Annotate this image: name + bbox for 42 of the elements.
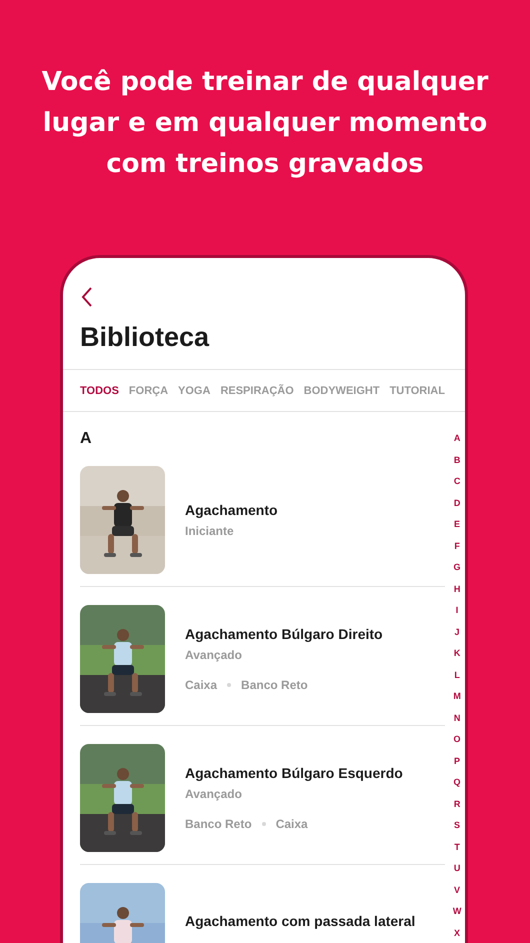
index-letter[interactable]: D: [454, 492, 460, 514]
equipment-label: Banco Reto: [241, 678, 308, 692]
index-letter[interactable]: G: [454, 557, 461, 578]
back-icon[interactable]: [81, 286, 93, 308]
index-letter[interactable]: O: [454, 729, 461, 750]
category-tab[interactable]: TODOS: [80, 385, 119, 397]
index-letter[interactable]: A: [454, 428, 460, 450]
index-letter[interactable]: E: [454, 514, 460, 536]
index-letter[interactable]: L: [454, 664, 460, 686]
difficulty-level: Iniciante: [185, 524, 235, 538]
index-letter[interactable]: T: [454, 836, 460, 858]
index-letter[interactable]: K: [454, 643, 460, 664]
separator-dot: [262, 822, 266, 826]
index-letter[interactable]: C: [454, 471, 460, 492]
index-letter[interactable]: Q: [454, 772, 461, 794]
index-letter[interactable]: F: [454, 536, 460, 557]
index-letter[interactable]: J: [454, 622, 460, 643]
index-letter[interactable]: M: [453, 686, 461, 708]
exercise-name[interactable]: Agachamento Búlgaro Direito: [185, 626, 383, 642]
index-letter[interactable]: B: [454, 450, 460, 471]
index-letter[interactable]: R: [454, 794, 460, 815]
equipment-label: Caixa: [276, 817, 308, 831]
equipment-label: Banco Reto: [185, 817, 252, 831]
index-letter[interactable]: V: [454, 880, 460, 901]
page-title: Biblioteca: [80, 322, 210, 353]
equipment-label: Caixa: [185, 678, 218, 692]
section-letter: A: [80, 430, 93, 448]
exercise-name[interactable]: Agachamento Búlgaro Esquerdo: [185, 765, 403, 781]
index-letter[interactable]: X: [454, 922, 460, 943]
exercise-name[interactable]: Agachamento com passada lateral: [185, 913, 416, 929]
exercise-name[interactable]: Agachamento: [185, 502, 278, 518]
difficulty-level: Avançado: [185, 648, 243, 662]
index-letter[interactable]: H: [454, 578, 460, 600]
index-letter[interactable]: P: [454, 750, 460, 772]
index-letter[interactable]: U: [454, 858, 460, 880]
separator-dot: [227, 683, 232, 687]
index-letter[interactable]: S: [454, 815, 460, 836]
headline: Você pode treinar de qualquer lugar e em qualquer momento com treinos gravados: [40, 66, 490, 181]
difficulty-level: Avançado: [185, 787, 243, 801]
index-letter[interactable]: N: [454, 708, 460, 729]
index-letter[interactable]: W: [452, 901, 462, 922]
index-letter[interactable]: I: [456, 600, 458, 622]
